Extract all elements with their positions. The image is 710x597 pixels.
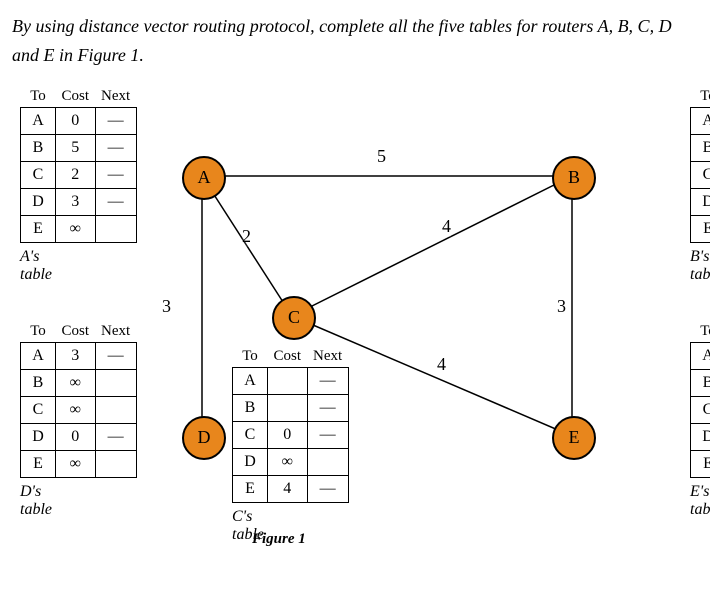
table-row: B3— [691,369,710,396]
table-row: B0— [691,134,710,161]
routing-table-D: ToCostNext A3— B∞ C∞ D0— E∞ [20,321,137,478]
edge-label-AC: 2 [242,226,251,247]
node-C: C [272,296,316,340]
edge-label-BC: 4 [442,216,451,237]
hdr-next: Next [95,86,136,108]
instruction-text: By using distance vector routing protoco… [12,12,698,70]
table-row: A3— [21,342,137,369]
table-row: E∞ [21,215,137,242]
hdr-cost: Cost [56,86,96,108]
hdr-to: To [21,86,56,108]
table-row: C∞ [21,396,137,423]
figure-area: A B C D E 5 2 3 4 3 4 ToCostNext A0— B5—… [12,86,698,566]
table-row: E0— [691,450,710,477]
edge-label-CE: 4 [437,354,446,375]
table-row: D0— [21,423,137,450]
node-E: E [552,416,596,460]
table-row: B5— [21,134,137,161]
table-row: C4— [691,161,710,188]
network-diagram: A B C D E 5 2 3 4 3 4 [152,86,582,516]
table-row: A5— [691,107,710,134]
routing-table-B: ToCostNext A5— B0— C4— D∞ E3— [690,86,710,243]
edge-label-BE: 3 [557,296,566,317]
node-B: B [552,156,596,200]
routing-table-A: ToCostNext A0— B5— C2— D3— E∞ [20,86,137,243]
table-row: C4— [691,396,710,423]
table-row: D3— [21,188,137,215]
table-row: A∞ [691,342,710,369]
edge-label-AD: 3 [162,296,171,317]
table-row: D∞ [691,423,710,450]
node-D: D [182,416,226,460]
table-row: B∞ [21,369,137,396]
edge-label-AB: 5 [377,146,386,167]
table-row: E∞ [21,450,137,477]
routing-table-E: ToCostNext A∞ B3— C4— D∞ E0— [690,321,710,478]
table-row: C2— [21,161,137,188]
table-row: A0— [21,107,137,134]
figure-caption: Figure 1 [252,531,306,548]
table-row: E3— [691,215,710,242]
node-A: A [182,156,226,200]
table-row: D∞ [691,188,710,215]
